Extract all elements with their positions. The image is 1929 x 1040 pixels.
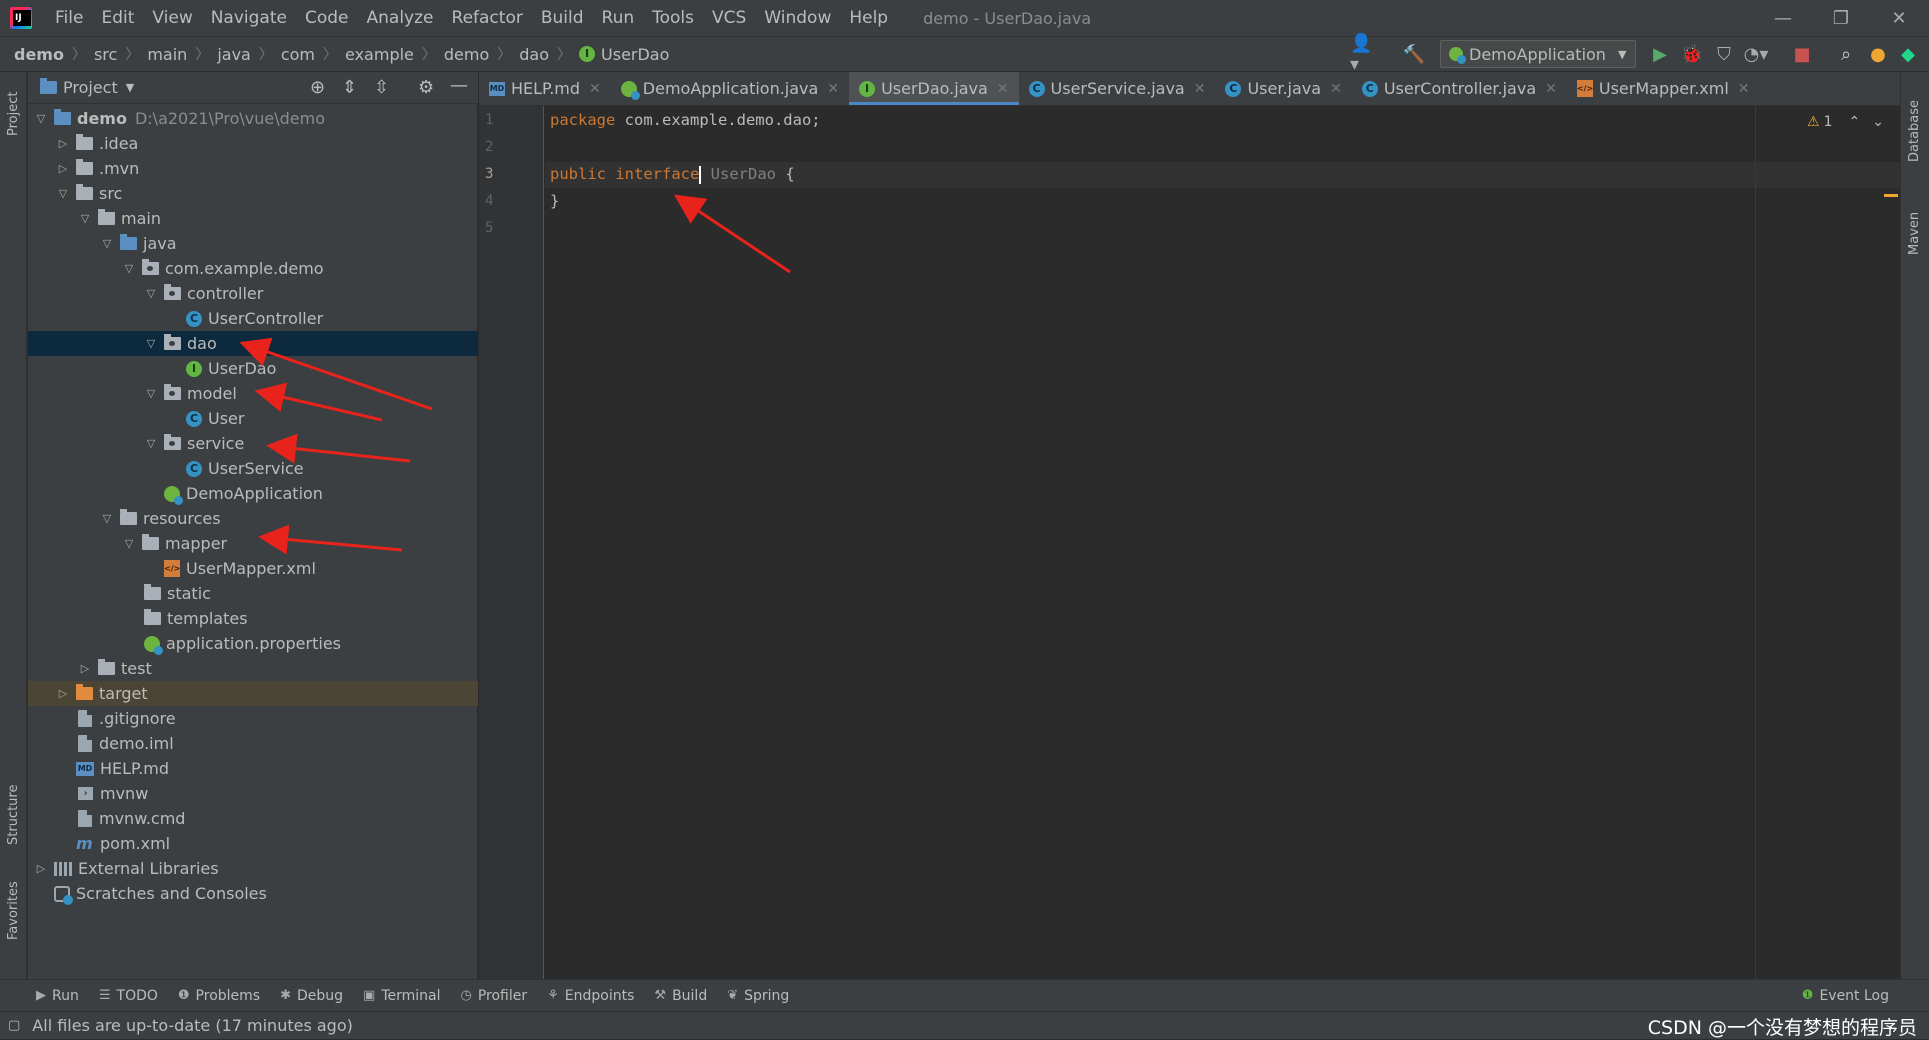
run-tool-button[interactable]: ▶ Run xyxy=(36,988,79,1004)
watermark: CSDN @一个没有梦想的程序员 xyxy=(1647,1017,1917,1039)
event-log-button[interactable]: ❶ Event Log xyxy=(1802,988,1889,1004)
info-icon: ❶ xyxy=(177,988,190,1003)
build-tool-button[interactable]: ⚒ Build xyxy=(654,988,707,1004)
debug-tool-button[interactable]: ✱ Debug xyxy=(280,988,343,1004)
annotation-arrow xyxy=(266,433,411,464)
bottom-tool-bar: ▶ Run ☰ TODO ❶ Problems ✱ Debug ▣ Terminal ◷ P… xyxy=(0,979,1929,1011)
terminal-icon: ▣ xyxy=(363,988,376,1003)
status-window-icon[interactable]: ▢ xyxy=(8,1018,20,1033)
status-message: All files are up-to-date (17 minutes ago… xyxy=(32,1016,353,1035)
tool-label: Run xyxy=(52,987,79,1004)
tool-label: Spring xyxy=(744,987,790,1004)
tool-label: Problems xyxy=(195,987,261,1004)
annotation-arrow xyxy=(674,194,791,274)
tool-label: TODO xyxy=(116,987,158,1004)
tool-label: Build xyxy=(672,987,708,1004)
problems-tool-button[interactable]: ❶ Problems xyxy=(178,988,260,1004)
tool-label: Event Log xyxy=(1819,987,1889,1004)
annotation-arrow xyxy=(258,524,403,555)
list-icon: ☰ xyxy=(98,988,111,1003)
endpoints-icon: ⚘ xyxy=(547,988,559,1003)
endpoints-tool-button[interactable]: ⚘ Endpoints xyxy=(547,988,634,1004)
tool-label: Debug xyxy=(296,987,344,1004)
run-icon: ▶ xyxy=(36,988,46,1003)
tool-label: Profiler xyxy=(477,987,528,1004)
annotation-arrow xyxy=(239,337,433,411)
profiler-icon: ◷ xyxy=(460,988,472,1003)
annotation-arrow xyxy=(254,382,383,422)
profiler-tool-button[interactable]: ◷ Profiler xyxy=(461,988,528,1004)
tool-label: Endpoints xyxy=(564,987,635,1004)
event-log-icon: ❶ xyxy=(1801,988,1814,1003)
spring-tool-button[interactable]: ❦ Spring xyxy=(727,988,789,1004)
annotation-arrows xyxy=(239,194,791,555)
tool-label: Terminal xyxy=(381,987,441,1004)
status-bar: ▢ All files are up-to-date (17 minutes a… xyxy=(0,1011,1929,1039)
hammer-icon: ⚒ xyxy=(654,988,667,1003)
terminal-tool-button[interactable]: ▣ Terminal xyxy=(363,988,440,1004)
bug-icon: ✱ xyxy=(280,988,291,1003)
spring-leaf-icon: ❦ xyxy=(727,988,739,1003)
todo-tool-button[interactable]: ☰ TODO xyxy=(99,988,158,1004)
